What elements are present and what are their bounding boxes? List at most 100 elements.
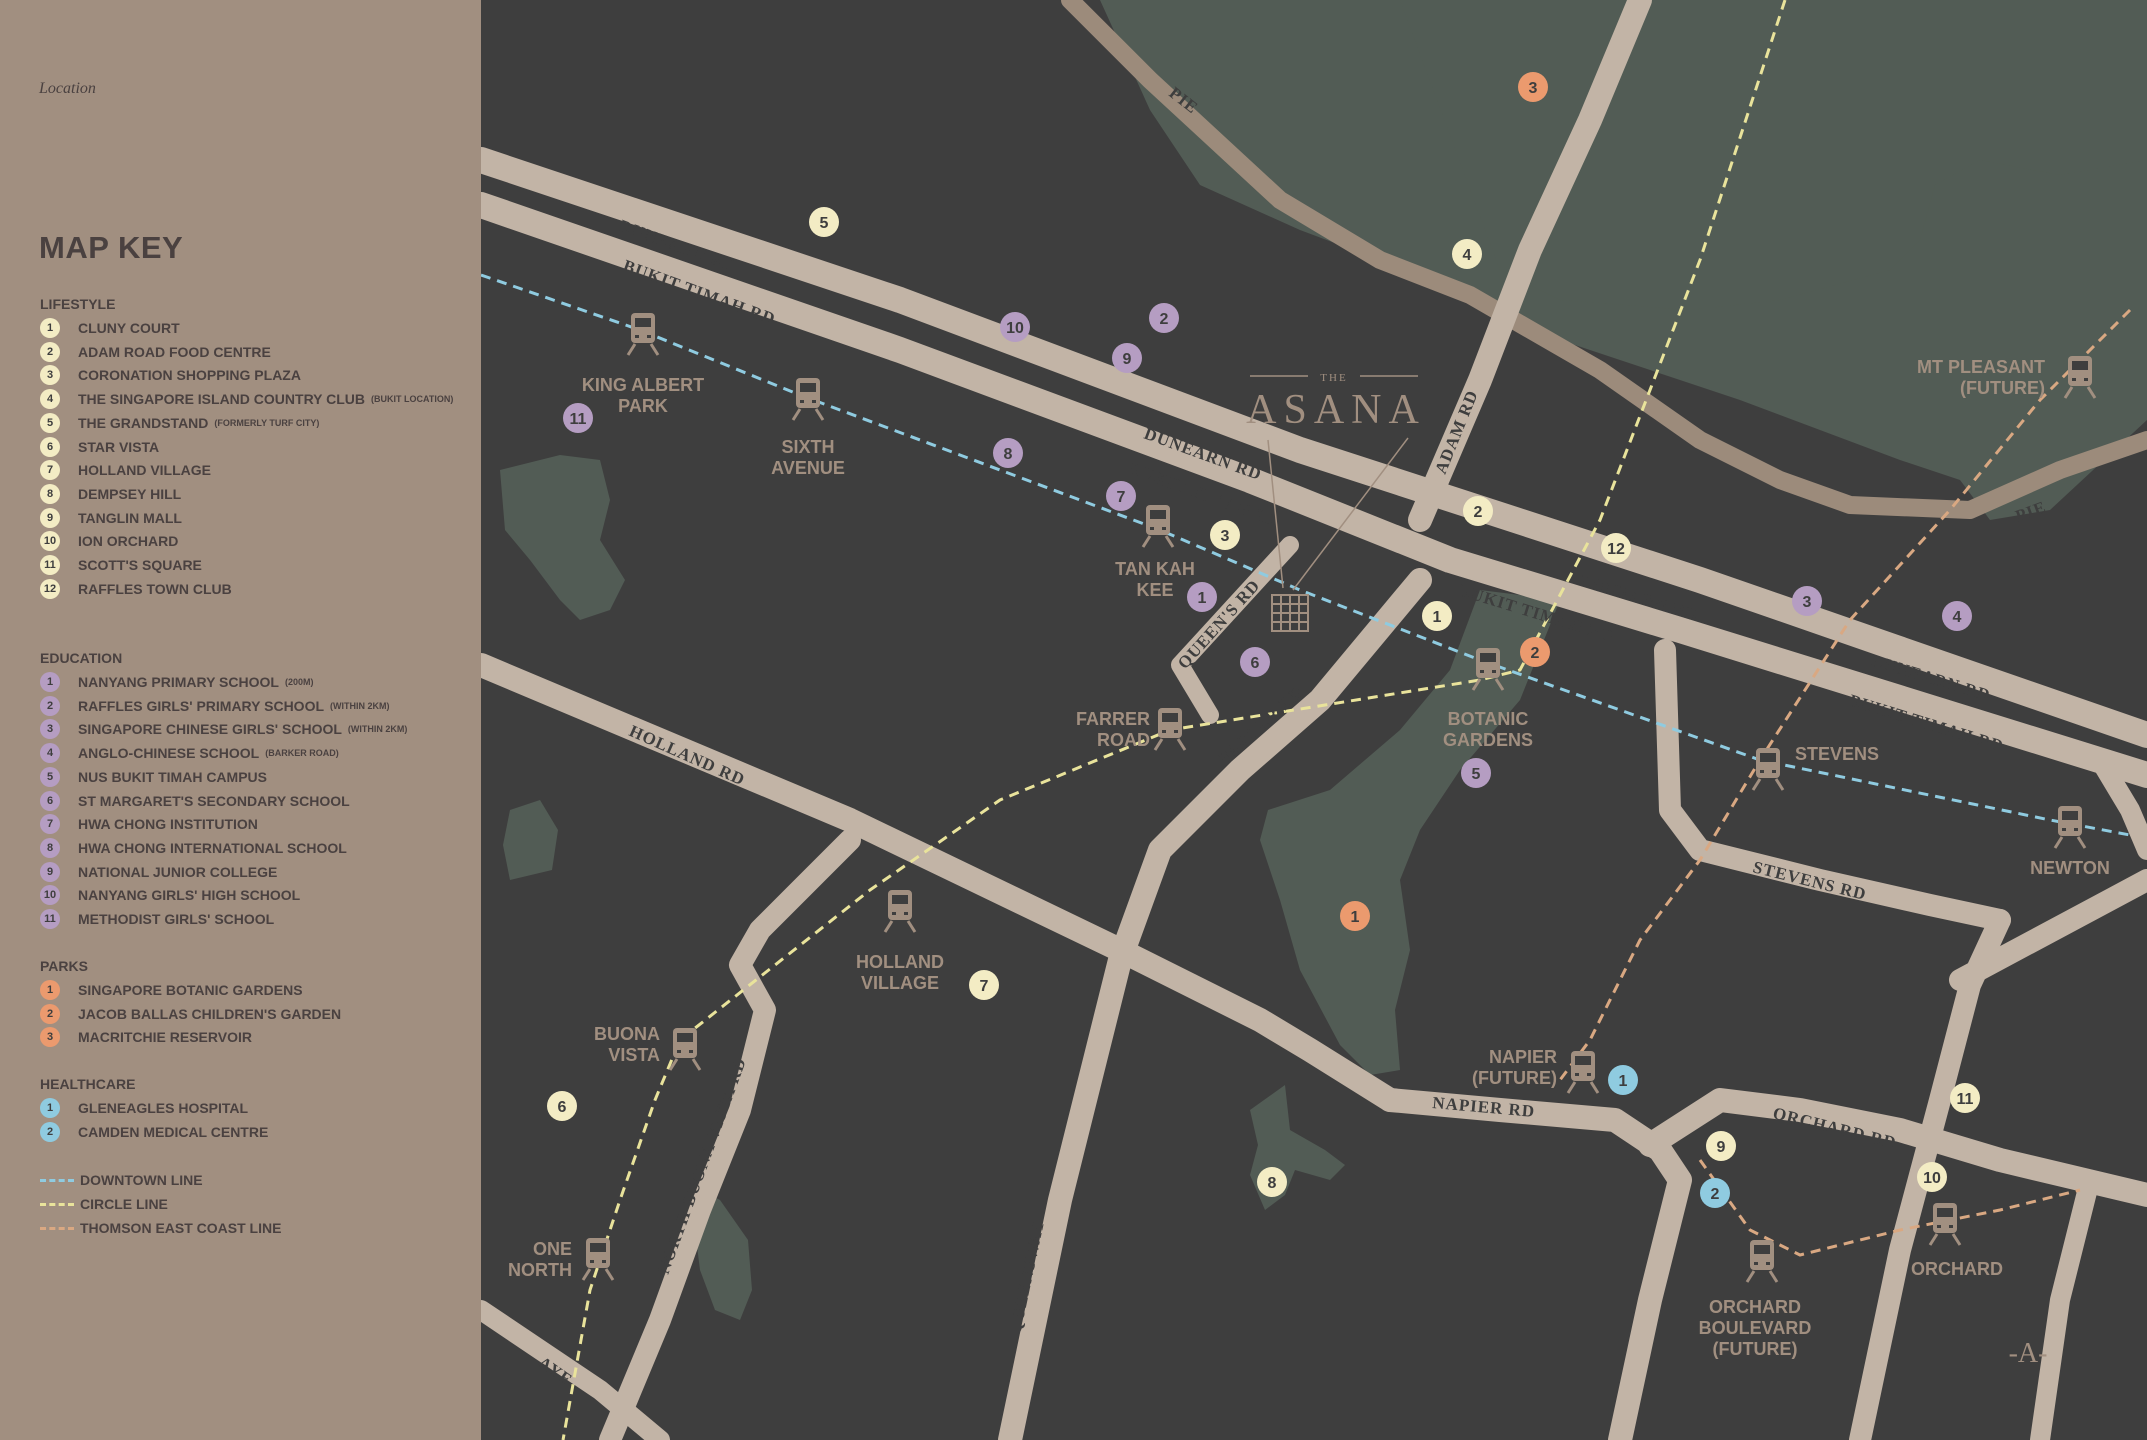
poi-marker-lifestyle-12[interactable]: 12: [1601, 533, 1631, 563]
poi-marker-number: 4: [1463, 247, 1472, 264]
key-item-number: 2: [40, 1003, 60, 1024]
poi-marker-lifestyle-1[interactable]: 1: [1422, 601, 1452, 631]
station-label: ORCHARD: [1709, 1297, 1801, 1317]
poi-marker-education-10[interactable]: 10: [1000, 312, 1030, 342]
poi-marker-lifestyle-5[interactable]: 5: [809, 207, 839, 237]
station-label: TAN KAH: [1115, 559, 1195, 579]
poi-marker-lifestyle-6[interactable]: 6: [547, 1091, 577, 1121]
key-item-note: (WITHIN 2KM): [330, 700, 390, 711]
key-item: 1 GLENEAGLES HOSPITAL: [40, 1097, 248, 1119]
key-item: 4 THE SINGAPORE ISLAND COUNTRY CLUB (BUKIT…: [40, 388, 453, 410]
map-key-panel: Location MAP KEY LIFESTYLE 1 CLUNY COURT 2 A…: [0, 0, 481, 1440]
key-item-number: 9: [40, 507, 60, 528]
key-item-label: THE SINGAPORE ISLAND COUNTRY CLUB: [78, 391, 366, 408]
key-item-label: STAR VISTA: [78, 438, 160, 455]
poi-marker-education-7[interactable]: 7: [1106, 481, 1136, 511]
poi-marker-number: 8: [1268, 1175, 1277, 1192]
poi-marker-lifestyle-10[interactable]: 10: [1917, 1162, 1947, 1192]
poi-marker-education-9[interactable]: 9: [1112, 343, 1142, 373]
corner-logo-mark: -A-: [2009, 1338, 2048, 1369]
poi-marker-healthcare-2[interactable]: 2: [1700, 1178, 1730, 1208]
key-item-label: RAFFLES TOWN CLUB: [78, 580, 232, 597]
key-item: 6 STAR VISTA: [40, 436, 159, 458]
key-item-number: 4: [40, 743, 60, 764]
poi-marker-healthcare-1[interactable]: 1: [1608, 1065, 1638, 1095]
key-item: 8 DEMPSEY HILL: [40, 483, 181, 505]
poi-marker-lifestyle-7[interactable]: 7: [969, 970, 999, 1000]
key-item-label: CLUNY COURT: [78, 320, 180, 336]
poi-marker-number: 9: [1717, 1139, 1726, 1156]
station-label: ORCHARD: [1911, 1259, 2003, 1279]
location-label: Location: [39, 80, 96, 97]
station-label: BOTANIC: [1448, 709, 1529, 729]
poi-marker-number: 11: [570, 411, 587, 428]
map-canvas[interactable]: DUNEARN RD BUKIT TIMAH RD DUNEARN RD BUK…: [481, 0, 2147, 1440]
station-label: MT PLEASANT: [1917, 357, 2045, 377]
poi-marker-education-6[interactable]: 6: [1240, 647, 1270, 677]
poi-marker-education-11[interactable]: 11: [563, 403, 593, 433]
poi-marker-number: 7: [1117, 489, 1126, 506]
legend-line-swatch: [40, 1202, 74, 1206]
poi-marker-number: 8: [1004, 446, 1013, 463]
poi-marker-lifestyle-4[interactable]: 4: [1452, 239, 1482, 269]
station-label: KING ALBERT: [582, 375, 704, 395]
key-item-number: 2: [40, 341, 60, 362]
poi-marker-education-3[interactable]: 3: [1792, 586, 1822, 616]
key-item-number: 12: [40, 578, 60, 599]
key-item-label: HWA CHONG INSTITUTION: [78, 816, 258, 833]
key-section-education: EDUCATION: [40, 650, 123, 666]
key-item-number: 10: [40, 885, 60, 906]
key-item-label: ION ORCHARD: [78, 533, 179, 550]
key-item-label: NANYANG GIRLS' HIGH SCHOOL: [78, 887, 301, 904]
key-item-note: (WITHIN 2KM): [347, 724, 408, 735]
key-item-label: MACRITCHIE RESERVOIR: [78, 1029, 252, 1046]
poi-marker-number: 1: [1619, 1073, 1628, 1090]
key-item: 9 NATIONAL JUNIOR COLLEGE: [40, 861, 277, 883]
poi-marker-number: 11: [1957, 1091, 1974, 1108]
key-item: 1 SINGAPORE BOTANIC GARDENS: [40, 979, 303, 1001]
poi-marker-number: 1: [1433, 609, 1442, 626]
key-item: 3 SINGAPORE CHINESE GIRLS' SCHOOL (WITHIN …: [40, 718, 407, 740]
legend-line-label: THOMSON EAST COAST LINE: [80, 1220, 282, 1236]
key-item: 2 JACOB BALLAS CHILDREN'S GARDEN: [40, 1003, 341, 1025]
poi-marker-lifestyle-9[interactable]: 9: [1706, 1131, 1736, 1161]
poi-marker-lifestyle-3[interactable]: 3: [1210, 520, 1240, 550]
key-item: 7 HWA CHONG INSTITUTION: [40, 813, 258, 835]
key-item-number: 1: [40, 1098, 60, 1118]
key-item: 12 RAFFLES TOWN CLUB: [40, 578, 232, 600]
key-item-label: SINGAPORE BOTANIC GARDENS: [78, 982, 303, 998]
key-item-number: 3: [40, 365, 60, 386]
poi-marker-lifestyle-11[interactable]: 11: [1950, 1083, 1980, 1113]
poi-marker-parks-1[interactable]: 1: [1340, 901, 1370, 931]
key-item-number: 1: [40, 318, 60, 338]
poi-marker-lifestyle-8[interactable]: 8: [1257, 1167, 1287, 1197]
key-item: 4 ANGLO-CHINESE SCHOOL (BARKER ROAD): [40, 742, 339, 764]
poi-marker-parks-3[interactable]: 3: [1518, 72, 1548, 102]
poi-marker-education-8[interactable]: 8: [993, 438, 1023, 468]
key-item-label: DEMPSEY HILL: [78, 485, 182, 502]
poi-marker-number: 3: [1221, 528, 1230, 545]
poi-marker-lifestyle-2[interactable]: 2: [1463, 496, 1493, 526]
poi-marker-number: 4: [1953, 609, 1962, 626]
poi-marker-education-4[interactable]: 4: [1942, 601, 1972, 631]
key-item-label: NANYANG PRIMARY SCHOOL: [78, 674, 279, 690]
poi-marker-education-1[interactable]: 1: [1187, 582, 1217, 612]
key-item: 5 NUS BUKIT TIMAH CAMPUS: [40, 766, 267, 788]
key-item-number: 2: [40, 695, 60, 716]
poi-marker-education-5[interactable]: 5: [1461, 758, 1491, 788]
poi-marker-education-2[interactable]: 2: [1149, 303, 1179, 333]
poi-marker-number: 5: [1472, 766, 1481, 783]
key-item: 1 NANYANG PRIMARY SCHOOL (200M): [40, 671, 313, 693]
station-label: KEE: [1136, 580, 1173, 600]
key-item: 7 HOLLAND VILLAGE: [40, 459, 211, 481]
poi-marker-number: 2: [1711, 1186, 1720, 1203]
poi-marker-parks-2[interactable]: 2: [1520, 637, 1550, 667]
key-item-label: ST MARGARET'S SECONDARY SCHOOL: [78, 792, 350, 809]
key-item: 11 SCOTT'S SQUARE: [40, 554, 202, 576]
poi-marker-number: 7: [980, 978, 989, 995]
key-item: 11 METHODIST GIRLS' SCHOOL: [40, 908, 274, 930]
station-label: NORTH: [508, 1260, 572, 1280]
poi-marker-number: 6: [558, 1099, 567, 1116]
key-item-label: ADAM ROAD FOOD CENTRE: [78, 343, 271, 360]
key-item-note: (FORMERLY TURF CITY): [214, 417, 320, 428]
